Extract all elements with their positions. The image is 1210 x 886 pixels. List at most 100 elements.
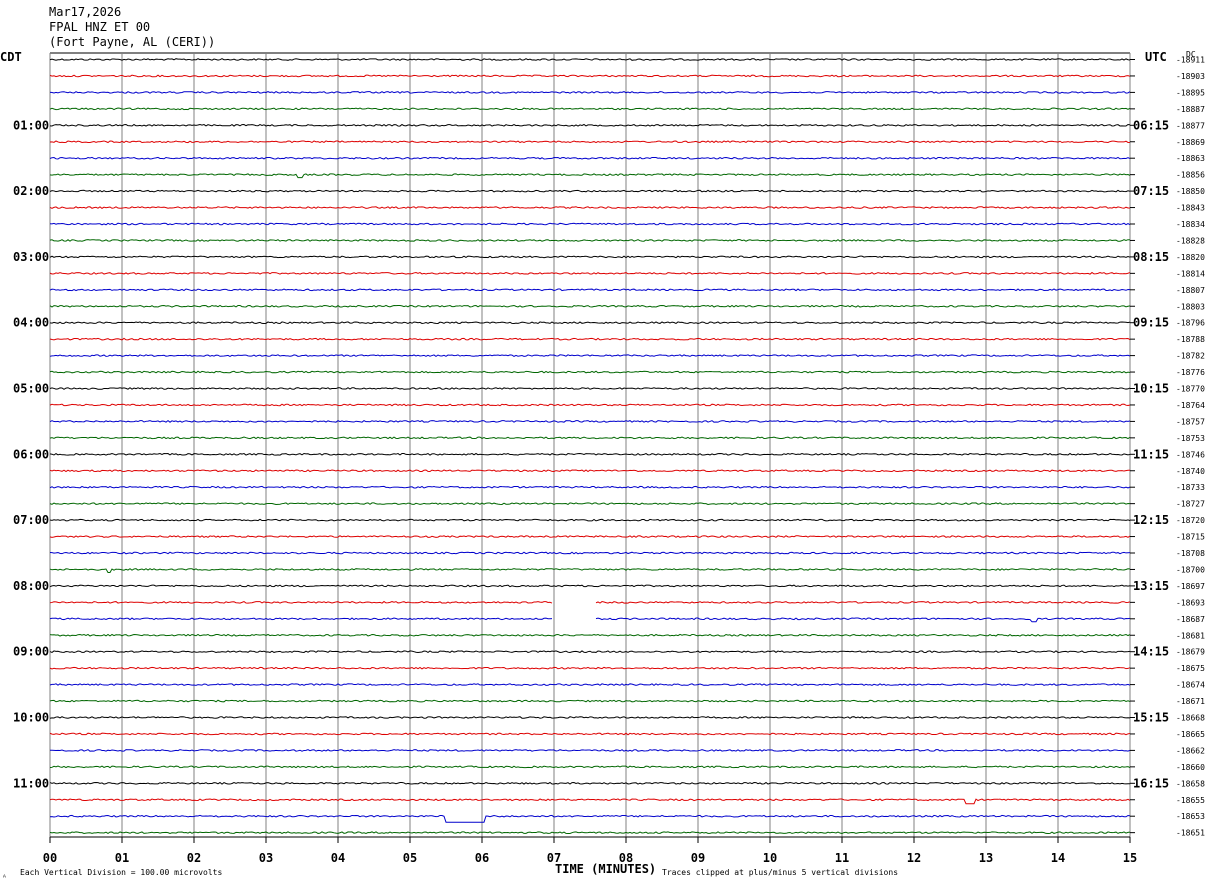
left-hour-label: 05:00 [13,382,49,396]
left-hour-label: 07:00 [13,513,49,527]
dc-offset-label: -18803 [1176,302,1205,311]
trace-row [49,781,1131,785]
trace-row [49,436,1131,440]
trace-row [49,107,1131,111]
trace-row [49,617,1131,623]
right-hour-label: 11:15 [1133,447,1169,461]
header-station: FPAL HNZ ET 00 [49,20,150,34]
dc-offset-label: -18764 [1176,401,1205,410]
trace-row [49,765,1131,769]
dc-offset-label: -18807 [1176,286,1205,295]
trace-row [49,337,1131,341]
trace-row [49,814,1131,823]
trace-row [49,239,1131,242]
dc-offset-label: -18733 [1176,483,1205,492]
dc-offset-label: -18776 [1176,368,1205,377]
dc-offset-label: -18820 [1176,253,1205,262]
trace-row [49,831,1131,835]
trace-row [49,518,1131,522]
x-tick-label: 03 [259,851,273,865]
dc-offset-label: -18788 [1176,335,1205,344]
dc-offset-label: -18662 [1176,746,1205,755]
x-tick-label: 09 [691,851,705,865]
x-tick-label: 02 [187,851,201,865]
x-tick-label: 10 [763,851,777,865]
dc-offset-label: -18895 [1176,88,1205,97]
dc-offset-label: -18753 [1176,434,1205,443]
left-hour-label: 09:00 [13,645,49,659]
helicorder-plot: Mar17,2026 FPAL HNZ ET 00 (Fort Payne, A… [0,5,1205,882]
x-tick-label: 05 [403,851,417,865]
dc-offset-label: -18665 [1176,730,1205,739]
trace-row [49,271,1131,275]
trace-row [49,304,1131,308]
dc-offset-label: -18700 [1176,565,1205,574]
right-hour-label: 13:15 [1133,579,1169,593]
x-tick-label: 13 [979,851,993,865]
right-timezone-label: UTC [1145,50,1167,64]
dc-offset-label: -18653 [1176,812,1205,821]
trace-row [49,502,1131,506]
trace-row [49,469,1131,473]
trace-row [49,156,1131,160]
dc-offset-label: -18863 [1176,154,1205,163]
left-hour-label: 03:00 [13,250,49,264]
x-tick-label: 11 [835,851,849,865]
trace-row [49,749,1131,752]
trace-row [49,732,1131,736]
trace-row [49,568,1131,573]
dc-offset-label: -18850 [1176,187,1205,196]
x-tick-label: 12 [907,851,921,865]
x-tick-label: 15 [1123,851,1137,865]
x-tick-label: 14 [1051,851,1065,865]
trace-row [49,420,1131,423]
header-location: (Fort Payne, AL (CERI)) [49,35,215,49]
trace-row [49,140,1131,144]
dc-offset-label: -18727 [1176,500,1205,509]
dc-offset-label: -18814 [1176,269,1205,278]
trace-row [49,650,1131,654]
trace-row [49,403,1131,407]
dc-offset-label: -18708 [1176,549,1205,558]
dc-offset-label: -18887 [1176,105,1205,114]
left-hour-label: 02:00 [13,184,49,198]
dc-offset-label: -18740 [1176,467,1205,476]
dc-offset-label: -18681 [1176,631,1205,640]
header-date: Mar17,2026 [49,5,121,19]
trace-row [49,535,1131,538]
x-axis-label: TIME (MINUTES) [555,862,656,876]
dc-offset-label: -18693 [1176,598,1205,607]
trace-row [49,222,1131,226]
trace-row [49,452,1131,456]
dc-offset-label: -18828 [1176,236,1205,245]
left-hour-label: 06:00 [13,447,49,461]
trace-row [49,123,1131,127]
left-hour-label: 10:00 [13,711,49,725]
dc-offset-label: -18796 [1176,319,1205,328]
trace-row [49,798,1131,805]
dc-offset-label: -18770 [1176,385,1205,394]
dc-offset-label: -18668 [1176,714,1205,723]
trace-row [49,288,1131,292]
dc-offset-label: -18869 [1176,138,1205,147]
dc-offset-label: -18674 [1176,681,1205,690]
trace-row [49,683,1131,687]
dc-offset-label: -18715 [1176,533,1205,542]
right-hour-label: 15:15 [1133,711,1169,725]
dc-offset-label: -18843 [1176,204,1205,213]
trace-row [49,255,1131,259]
dc-offset-label: -18903 [1176,72,1205,81]
trace-row [49,354,1131,357]
right-hour-label: 14:15 [1133,645,1169,659]
trace-row [49,666,1131,670]
trace-row [49,699,1131,703]
x-tick-label: 01 [115,851,129,865]
x-tick-label: 04 [331,851,345,865]
right-hour-label: 16:15 [1133,776,1169,790]
grid-layer [49,52,1131,843]
trace-row [49,206,1131,209]
dc-offset-label: -18757 [1176,417,1205,426]
trace-row [49,91,1131,94]
scale-note: Each Vertical Division = 100.00 microvol… [20,868,222,877]
dc-offset-label: -18687 [1176,615,1205,624]
